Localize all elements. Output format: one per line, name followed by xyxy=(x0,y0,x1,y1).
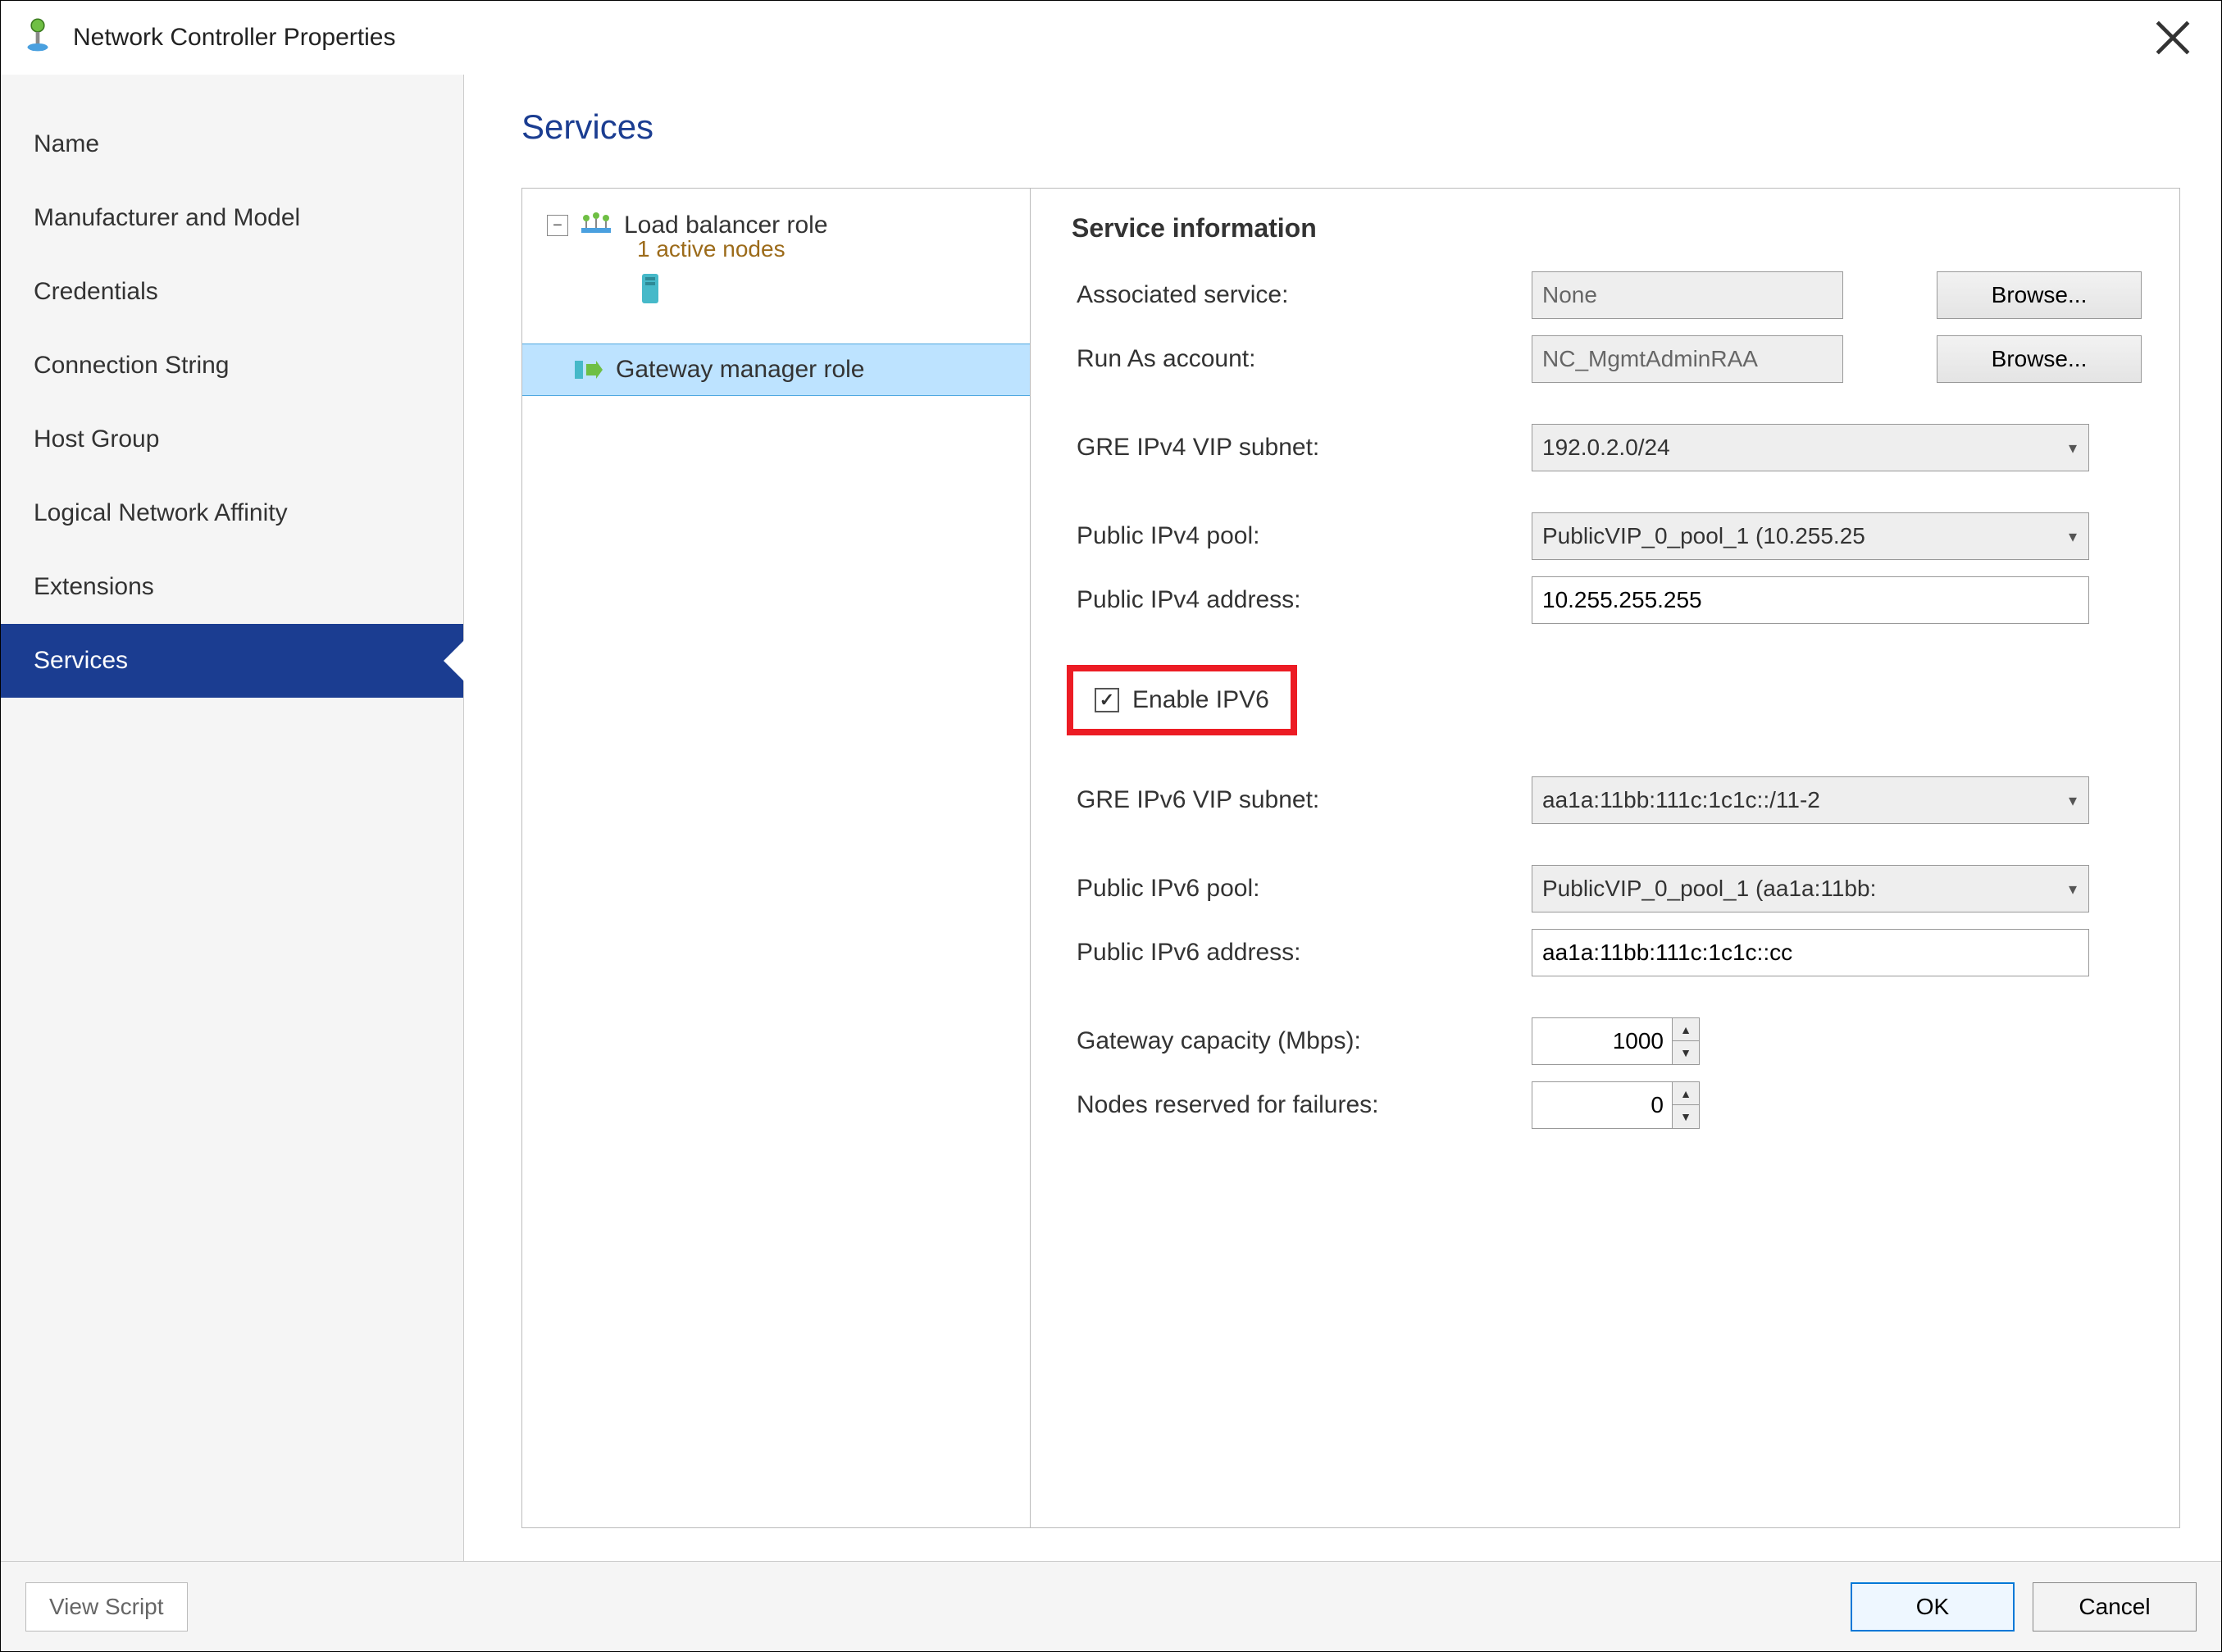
sidebar-item-host-group[interactable]: Host Group xyxy=(1,403,463,476)
tree-item-label: Load balancer role xyxy=(624,212,828,239)
view-script-button[interactable]: View Script xyxy=(25,1582,188,1632)
chevron-down-icon: ▾ xyxy=(2057,777,2088,823)
gre-ipv6-subnet-value xyxy=(1532,777,2057,823)
dialog-window: Network Controller Properties Name Manuf… xyxy=(0,0,2222,1652)
run-as-label: Run As account: xyxy=(1072,327,1527,391)
browse-associated-service-button[interactable]: Browse... xyxy=(1937,271,2142,319)
section-title: Service information xyxy=(1072,213,2147,243)
stepper-up[interactable]: ▲ xyxy=(1673,1082,1699,1105)
services-panel: − Load balancer role 1 active nodes xyxy=(521,188,2180,1528)
window-title: Network Controller Properties xyxy=(73,24,2151,52)
tree-item-subtext: 1 active nodes xyxy=(637,236,1030,262)
public-ipv6-pool-value xyxy=(1532,866,2057,912)
ok-button[interactable]: OK xyxy=(1851,1582,2015,1632)
page-title: Services xyxy=(521,107,2180,147)
load-balancer-icon xyxy=(580,212,612,239)
public-ipv6-address-label: Public IPv6 address: xyxy=(1072,921,1527,985)
run-as-field xyxy=(1532,335,1843,383)
nodes-reserved-stepper[interactable]: ▲ ▼ xyxy=(1532,1081,1700,1129)
public-ipv4-pool-label: Public IPv4 pool: xyxy=(1072,480,1527,568)
gateway-capacity-value[interactable] xyxy=(1532,1018,1672,1064)
sidebar-item-name[interactable]: Name xyxy=(1,107,463,181)
tree-item-load-balancer[interactable]: − Load balancer role 1 active nodes xyxy=(522,205,1030,319)
gateway-icon xyxy=(571,356,604,384)
form-panel: Service information Associated service: … xyxy=(1031,189,2179,1527)
chevron-down-icon: ▾ xyxy=(2057,425,2088,471)
titlebar: Network Controller Properties xyxy=(1,1,2221,75)
enable-ipv6-highlight: ✓ Enable IPV6 xyxy=(1067,665,1297,735)
gre-ipv4-subnet-dropdown[interactable]: ▾ xyxy=(1532,424,2089,471)
content-area: Services − Load balancer role 1 active n… xyxy=(464,75,2221,1561)
gateway-capacity-stepper[interactable]: ▲ ▼ xyxy=(1532,1017,1700,1065)
public-ipv4-address-field[interactable] xyxy=(1532,576,2089,624)
app-icon xyxy=(17,14,73,61)
chevron-down-icon: ▾ xyxy=(2057,513,2088,559)
nodes-reserved-value[interactable] xyxy=(1532,1082,1672,1128)
public-ipv6-address-field[interactable] xyxy=(1532,929,2089,976)
cancel-button[interactable]: Cancel xyxy=(2033,1582,2197,1632)
sidebar-item-connection-string[interactable]: Connection String xyxy=(1,329,463,403)
chevron-down-icon: ▾ xyxy=(2057,866,2088,912)
gre-ipv4-label: GRE IPv4 VIP subnet: xyxy=(1072,391,1527,480)
public-ipv4-pool-dropdown[interactable]: ▾ xyxy=(1532,512,2089,560)
stepper-down[interactable]: ▼ xyxy=(1673,1105,1699,1128)
browse-run-as-button[interactable]: Browse... xyxy=(1937,335,2142,383)
dialog-footer: View Script OK Cancel xyxy=(1,1561,2221,1651)
gre-ipv4-subnet-value xyxy=(1532,425,2057,471)
sidebar-item-services[interactable]: Services xyxy=(1,624,463,698)
close-icon xyxy=(2152,17,2193,58)
dialog-body: Name Manufacturer and Model Credentials … xyxy=(1,75,2221,1561)
tree-panel: − Load balancer role 1 active nodes xyxy=(522,189,1031,1527)
sidebar-item-extensions[interactable]: Extensions xyxy=(1,550,463,624)
stepper-down[interactable]: ▼ xyxy=(1673,1041,1699,1064)
public-ipv6-pool-dropdown[interactable]: ▾ xyxy=(1532,865,2089,912)
associated-service-field xyxy=(1532,271,1843,319)
public-ipv4-pool-value xyxy=(1532,513,2057,559)
stepper-up[interactable]: ▲ xyxy=(1673,1018,1699,1041)
sidebar-item-credentials[interactable]: Credentials xyxy=(1,255,463,329)
close-button[interactable] xyxy=(2151,9,2209,66)
sidebar-item-manufacturer[interactable]: Manufacturer and Model xyxy=(1,181,463,255)
public-ipv6-pool-label: Public IPv6 pool: xyxy=(1072,832,1527,921)
public-ipv4-address-label: Public IPv4 address: xyxy=(1072,568,1527,632)
gre-ipv6-label: GRE IPv6 VIP subnet: xyxy=(1072,744,1527,832)
sidebar-item-logical-network-affinity[interactable]: Logical Network Affinity xyxy=(1,476,463,550)
nodes-reserved-label: Nodes reserved for failures: xyxy=(1072,1073,1527,1137)
enable-ipv6-label: Enable IPV6 xyxy=(1132,686,1269,714)
enable-ipv6-checkbox[interactable]: ✓ xyxy=(1095,688,1119,712)
gateway-capacity-label: Gateway capacity (Mbps): xyxy=(1072,985,1527,1073)
associated-service-label: Associated service: xyxy=(1072,263,1527,327)
tree-item-gateway-manager[interactable]: Gateway manager role xyxy=(522,344,1030,396)
expand-toggle[interactable]: − xyxy=(547,215,568,236)
tree-item-label: Gateway manager role xyxy=(616,356,865,384)
gre-ipv6-subnet-dropdown[interactable]: ▾ xyxy=(1532,776,2089,824)
form-table: Associated service: Browse... Run As acc… xyxy=(1072,263,2147,1137)
node-icon[interactable] xyxy=(637,271,1030,312)
sidebar: Name Manufacturer and Model Credentials … xyxy=(1,75,464,1561)
